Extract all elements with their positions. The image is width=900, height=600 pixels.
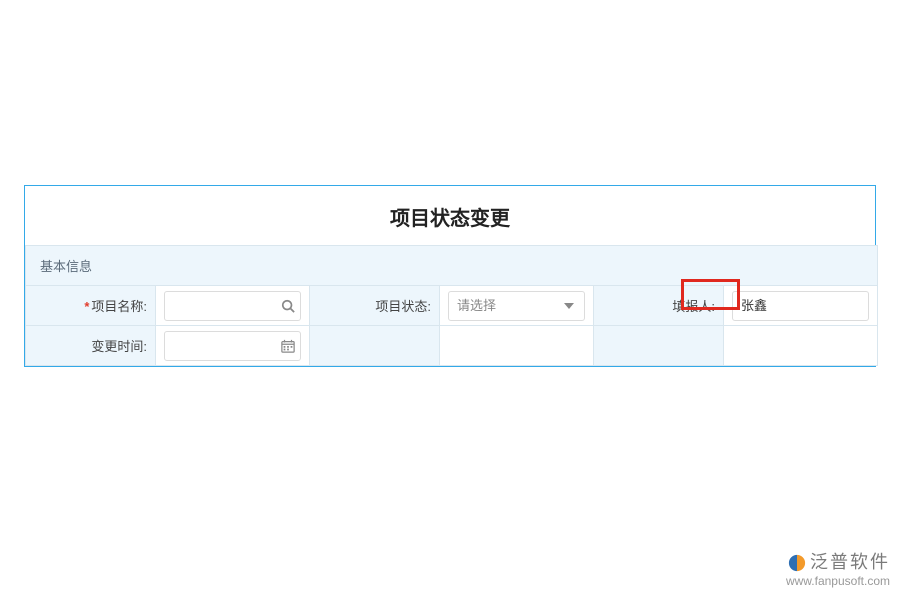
reporter-input[interactable]: 张鑫 [732, 291, 869, 321]
chevron-down-icon [564, 303, 574, 309]
brand-row: 泛普软件 [786, 551, 890, 574]
label-change-time: 变更时间: [26, 326, 156, 366]
form-panel: 项目状态变更 基本信息 *项目名称: 项目状态: [24, 185, 876, 367]
change-time-input-wrap[interactable] [164, 331, 301, 361]
value-empty-1 [440, 326, 594, 366]
project-name-input-wrap[interactable] [164, 291, 301, 321]
project-status-select[interactable]: 请选择 [448, 291, 585, 321]
change-time-input[interactable] [164, 331, 301, 361]
label-empty-1 [310, 326, 440, 366]
label-project-status: 项目状态: [310, 286, 440, 326]
required-star-icon: * [84, 299, 89, 314]
label-project-name: *项目名称: [26, 286, 156, 326]
section-header-row: 基本信息 [26, 246, 878, 286]
project-name-input[interactable] [164, 291, 301, 321]
value-project-name [156, 286, 310, 326]
form-table: 基本信息 *项目名称: 项目状态: 请选择 [25, 245, 878, 366]
brand-url: www.fanpusoft.com [786, 574, 890, 590]
brand-watermark: 泛普软件 www.fanpusoft.com [786, 551, 890, 590]
value-project-status: 请选择 [440, 286, 594, 326]
brand-logo-icon [788, 554, 806, 572]
form-row-2: 变更时间: [26, 326, 878, 366]
brand-name: 泛普软件 [810, 551, 890, 574]
project-status-placeholder: 请选择 [457, 298, 496, 313]
value-change-time [156, 326, 310, 366]
label-reporter: 填报人: [594, 286, 724, 326]
label-empty-2 [594, 326, 724, 366]
form-row-1: *项目名称: 项目状态: 请选择 填报人: [26, 286, 878, 326]
value-empty-2 [724, 326, 878, 366]
section-header-label: 基本信息 [26, 246, 878, 286]
value-reporter: 张鑫 [724, 286, 878, 326]
form-title: 项目状态变更 [25, 186, 875, 245]
